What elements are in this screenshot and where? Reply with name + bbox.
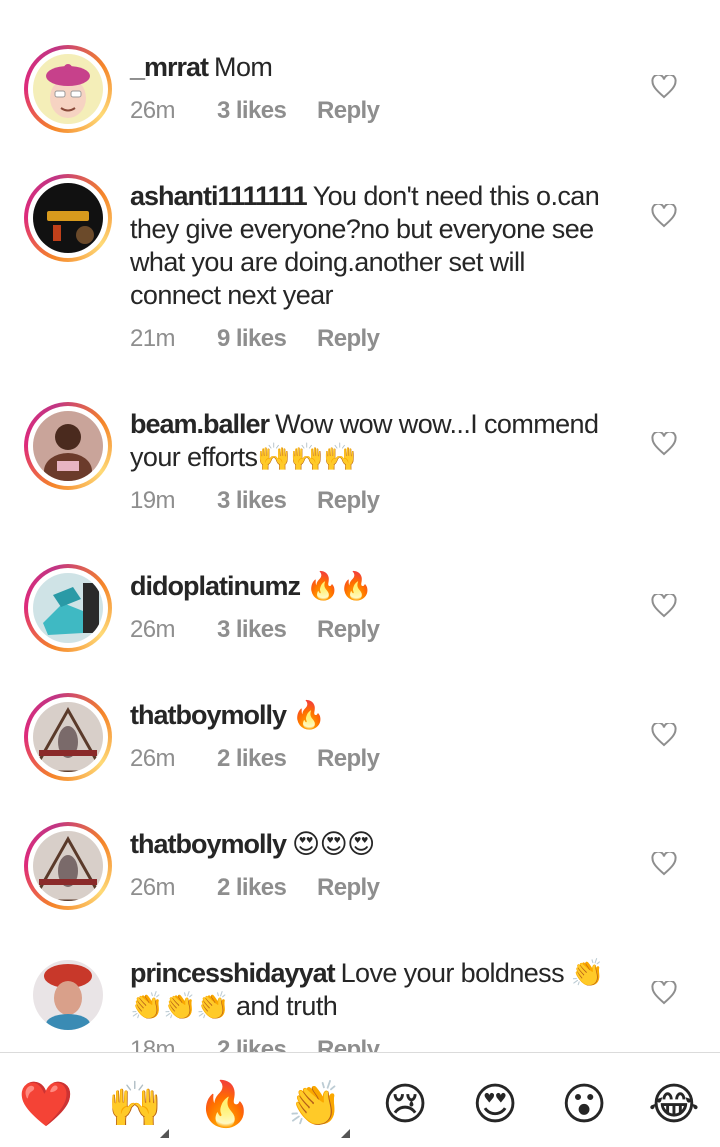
reply-button[interactable]: Reply: [317, 874, 380, 902]
avatar[interactable]: [24, 174, 112, 262]
avatar[interactable]: [24, 564, 112, 652]
comment-text: Mom: [214, 52, 273, 82]
comment-text: 🔥: [292, 700, 326, 730]
reply-button[interactable]: Reply: [317, 97, 380, 125]
clapping-hands-emoji-button[interactable]: 👏: [287, 1077, 343, 1133]
avatar[interactable]: [24, 45, 112, 133]
comment-meta: 26m 2 likes Reply: [130, 874, 380, 902]
avatar[interactable]: [24, 822, 112, 910]
likes-count[interactable]: 2 likes: [217, 1036, 317, 1052]
avatar[interactable]: [24, 402, 112, 490]
comment-time: 19m: [130, 487, 175, 514]
comment-username[interactable]: thatboymolly: [130, 700, 287, 730]
comment-body: _mrrat Mom: [130, 51, 620, 84]
red-heart-emoji-button[interactable]: ❤️: [18, 1077, 74, 1133]
crying-face-emoji-button[interactable]: 😢: [377, 1077, 433, 1133]
comment-username[interactable]: _mrrat: [130, 52, 209, 82]
comment-username[interactable]: beam.baller: [130, 409, 270, 439]
comment-body: princesshidayyat Love your boldness 👏👏👏👏 …: [130, 957, 620, 1023]
heart-outline-icon[interactable]: [651, 432, 677, 456]
fire-emoji-button[interactable]: 🔥: [197, 1077, 253, 1133]
likes-count[interactable]: 2 likes: [217, 745, 317, 773]
comment-time: 26m: [130, 745, 175, 772]
reply-button[interactable]: Reply: [317, 487, 380, 515]
comment-username[interactable]: thatboymolly: [130, 829, 287, 859]
reply-button[interactable]: Reply: [317, 616, 380, 644]
comment-meta: 26m 3 likes Reply: [130, 97, 380, 125]
tears-of-joy-emoji-button[interactable]: 😂: [646, 1077, 702, 1133]
comment-meta: 19m 3 likes Reply: [130, 487, 380, 515]
comment-body: didoplatinumz 🔥🔥: [130, 570, 620, 603]
comment-time: 21m: [130, 325, 175, 352]
likes-count[interactable]: 3 likes: [217, 487, 317, 515]
likes-count[interactable]: 3 likes: [217, 616, 317, 644]
comment-time: 18m: [130, 1036, 175, 1052]
comment-body: beam.baller Wow wow wow...I commend your …: [130, 408, 620, 474]
reply-button[interactable]: Reply: [317, 325, 380, 353]
comment-username[interactable]: didoplatinumz: [130, 571, 301, 601]
reply-button[interactable]: Reply: [317, 1036, 380, 1052]
likes-count[interactable]: 2 likes: [217, 874, 317, 902]
comment-body: thatboymolly 🔥: [130, 699, 620, 732]
emoji-reaction-bar: ❤️ 🙌 🔥 👏 😢 😍 😮 😂: [0, 1052, 720, 1147]
comment-username[interactable]: princesshidayyat: [130, 958, 336, 988]
heart-eyes-emoji-button[interactable]: 😍: [467, 1077, 523, 1133]
comment-list[interactable]: _mrrat Mom 26m 3 likes Reply ashanti1111111…: [0, 0, 720, 1052]
comment-body: thatboymolly 😍😍😍: [130, 828, 620, 861]
open-mouth-emoji-button[interactable]: 😮: [556, 1077, 612, 1133]
avatar[interactable]: [24, 951, 112, 1039]
corner-marker-icon: [160, 1129, 169, 1138]
raising-hands-emoji-button[interactable]: 🙌: [107, 1077, 163, 1133]
comment-time: 26m: [130, 874, 175, 901]
heart-outline-icon[interactable]: [651, 981, 677, 1005]
comment-username[interactable]: ashanti1111111: [130, 181, 308, 211]
avatar[interactable]: [24, 693, 112, 781]
heart-outline-icon[interactable]: [651, 852, 677, 876]
comment-meta: 26m 2 likes Reply: [130, 745, 380, 773]
heart-outline-icon[interactable]: [651, 594, 677, 618]
comment-meta: 18m 2 likes Reply: [130, 1036, 380, 1052]
comment-time: 26m: [130, 616, 175, 643]
heart-outline-icon[interactable]: [651, 204, 677, 228]
reply-button[interactable]: Reply: [317, 745, 380, 773]
likes-count[interactable]: 3 likes: [217, 97, 317, 125]
comment-meta: 21m 9 likes Reply: [130, 325, 380, 353]
comment-meta: 26m 3 likes Reply: [130, 616, 380, 644]
heart-outline-icon[interactable]: [651, 723, 677, 747]
heart-outline-icon[interactable]: [651, 75, 677, 99]
corner-marker-icon: [341, 1129, 350, 1138]
comment-time: 26m: [130, 97, 175, 124]
comment-body: ashanti1111111 You don't need this o.can …: [130, 180, 620, 312]
comment-text: 🔥🔥: [305, 571, 373, 601]
comment-text: 😍😍😍: [292, 829, 375, 859]
likes-count[interactable]: 9 likes: [217, 325, 317, 353]
